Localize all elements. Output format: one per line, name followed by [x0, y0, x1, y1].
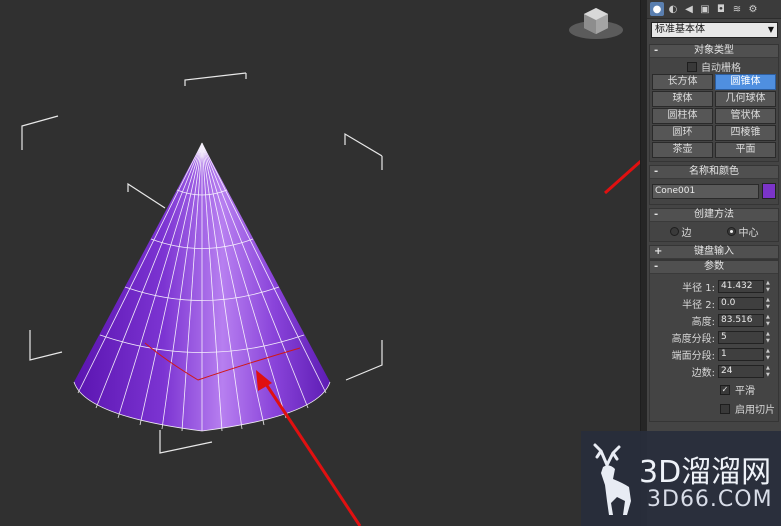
object-name-input[interactable]: Cone001: [652, 183, 759, 199]
category-dropdown-value: 标准基本体: [655, 24, 705, 35]
rollout-creation-method: - 创建方法 边 中心: [649, 208, 779, 242]
rollout-name-color: - 名称和颜色 Cone001: [649, 165, 779, 205]
param-label: 高度:: [691, 317, 715, 328]
perspective-viewport[interactable]: [0, 0, 640, 526]
expand-icon: +: [654, 246, 663, 257]
spinner-arrows-icon[interactable]: ▲ ▼: [766, 314, 774, 327]
viewcube-icon[interactable]: [568, 2, 624, 42]
param-cap-segments: 端面分段: 1 ▲ ▼: [652, 346, 776, 363]
watermark-title: 3D溜溜网: [639, 455, 772, 490]
param-height: 高度: 83.516 ▲ ▼: [652, 312, 776, 329]
checkbox-box: [687, 61, 697, 72]
param-height-segments: 高度分段: 5 ▲ ▼: [652, 329, 776, 346]
teapot-button[interactable]: 茶壶: [652, 142, 713, 158]
rollout-title: 键盘输入: [694, 246, 734, 257]
spinner-arrows-icon[interactable]: ▲ ▼: [766, 297, 774, 310]
geosphere-button[interactable]: 几何球体: [715, 91, 776, 107]
rollout-object-type: - 对象类型 自动栅格 长方体 圆锥体 球体 几何球体 圆柱体 管状体 圆环 四…: [649, 44, 779, 162]
rollout-title: 创建方法: [694, 209, 734, 220]
sphere-button[interactable]: 球体: [652, 91, 713, 107]
param-radius1: 半径 1: 41.432 ▲ ▼: [652, 278, 776, 295]
rollout-header-keyboard-entry[interactable]: + 键盘输入: [650, 246, 778, 259]
cone-object[interactable]: [73, 142, 331, 432]
cap-segments-input[interactable]: 1: [718, 348, 764, 361]
slice-on-checkbox[interactable]: 启用切片: [652, 399, 776, 418]
rollout-header-object-type[interactable]: - 对象类型: [650, 45, 778, 58]
slice-on-label: 启用切片: [735, 405, 775, 416]
smooth-checkbox[interactable]: ✓ 平滑: [652, 380, 776, 399]
torus-button[interactable]: 圆环: [652, 125, 713, 141]
cameras-icon[interactable]: ▣: [698, 2, 712, 16]
object-color-swatch[interactable]: [762, 183, 776, 199]
box-button[interactable]: 长方体: [652, 74, 713, 90]
cylinder-button[interactable]: 圆柱体: [652, 108, 713, 124]
collapse-icon: -: [654, 166, 659, 177]
plane-button[interactable]: 平面: [715, 142, 776, 158]
annotation-arrow-panel: [604, 159, 640, 195]
collapse-icon: -: [654, 261, 659, 272]
spinner-arrows-icon[interactable]: ▲ ▼: [766, 331, 774, 344]
param-label: 半径 2:: [682, 300, 715, 311]
autogrid-label: 自动栅格: [701, 63, 741, 74]
sides-input[interactable]: 24: [718, 365, 764, 378]
rollout-header-name-color[interactable]: - 名称和颜色: [650, 166, 778, 179]
category-dropdown[interactable]: 标准基本体 ▼: [651, 22, 778, 38]
height-segments-input[interactable]: 5: [718, 331, 764, 344]
height-input[interactable]: 83.516: [718, 314, 764, 327]
command-panel-tabs: ● ◐ ◀ ▣ ◘ ≋ ⚙: [647, 0, 781, 19]
watermark-subtitle: 3D66.COM: [647, 487, 773, 512]
edge-radio-label: 边: [681, 227, 692, 239]
systems-icon[interactable]: ⚙: [746, 2, 760, 16]
radius1-input[interactable]: 41.432: [718, 280, 764, 293]
collapse-icon: -: [654, 209, 659, 220]
rollout-header-creation-method[interactable]: - 创建方法: [650, 209, 778, 222]
spinner-arrows-icon[interactable]: ▲ ▼: [766, 348, 774, 361]
tube-button[interactable]: 管状体: [715, 108, 776, 124]
center-radio-label: 中心: [738, 227, 759, 239]
rollout-title: 参数: [704, 261, 724, 272]
radius2-input[interactable]: 0.0: [718, 297, 764, 310]
chevron-down-icon: ▼: [767, 25, 774, 34]
param-label: 高度分段:: [671, 334, 715, 345]
rollout-title: 名称和颜色: [689, 166, 739, 177]
cone-button[interactable]: 圆锥体: [715, 74, 776, 90]
param-label: 端面分段:: [671, 351, 715, 362]
pyramid-button[interactable]: 四棱锥: [715, 125, 776, 141]
edge-radio[interactable]: 边: [669, 224, 692, 239]
rollout-keyboard-entry: + 键盘输入: [649, 245, 779, 260]
viewport-scene[interactable]: [0, 0, 640, 526]
shapes-icon[interactable]: ◐: [666, 2, 680, 16]
annotation-arrow-cone: [262, 380, 362, 526]
spinner-arrows-icon[interactable]: ▲ ▼: [766, 365, 774, 378]
helpers-icon[interactable]: ◘: [714, 2, 728, 16]
smooth-label: 平滑: [735, 386, 755, 397]
rollout-parameters: - 参数 半径 1: 41.432 ▲ ▼ 半径 2: 0.0 ▲ ▼ 高度: 83…: [649, 260, 779, 422]
deer-logo-icon: [593, 443, 631, 515]
center-radio[interactable]: 中心: [726, 224, 759, 239]
param-label: 半径 1:: [682, 283, 715, 294]
radio-dot: [669, 226, 679, 236]
collapse-icon: -: [654, 45, 659, 56]
param-label: 边数:: [691, 368, 715, 379]
rollout-title: 对象类型: [694, 45, 734, 56]
checkbox-box: [720, 403, 730, 414]
geometry-icon[interactable]: ●: [650, 2, 664, 16]
autogrid-checkbox[interactable]: 自动栅格: [652, 60, 776, 74]
radio-dot: [726, 226, 736, 236]
param-radius2: 半径 2: 0.0 ▲ ▼: [652, 295, 776, 312]
spinner-arrows-icon[interactable]: ▲ ▼: [766, 280, 774, 293]
object-type-buttons: 长方体 圆锥体 球体 几何球体 圆柱体 管状体 圆环 四棱锥 茶壶 平面: [652, 74, 776, 158]
param-sides: 边数: 24 ▲ ▼: [652, 363, 776, 380]
lights-icon[interactable]: ◀: [682, 2, 696, 16]
checkbox-box: ✓: [720, 384, 730, 395]
watermark: 3D溜溜网 3D66.COM: [581, 431, 781, 526]
rollout-header-parameters[interactable]: - 参数: [650, 261, 778, 274]
spacewarps-icon[interactable]: ≋: [730, 2, 744, 16]
